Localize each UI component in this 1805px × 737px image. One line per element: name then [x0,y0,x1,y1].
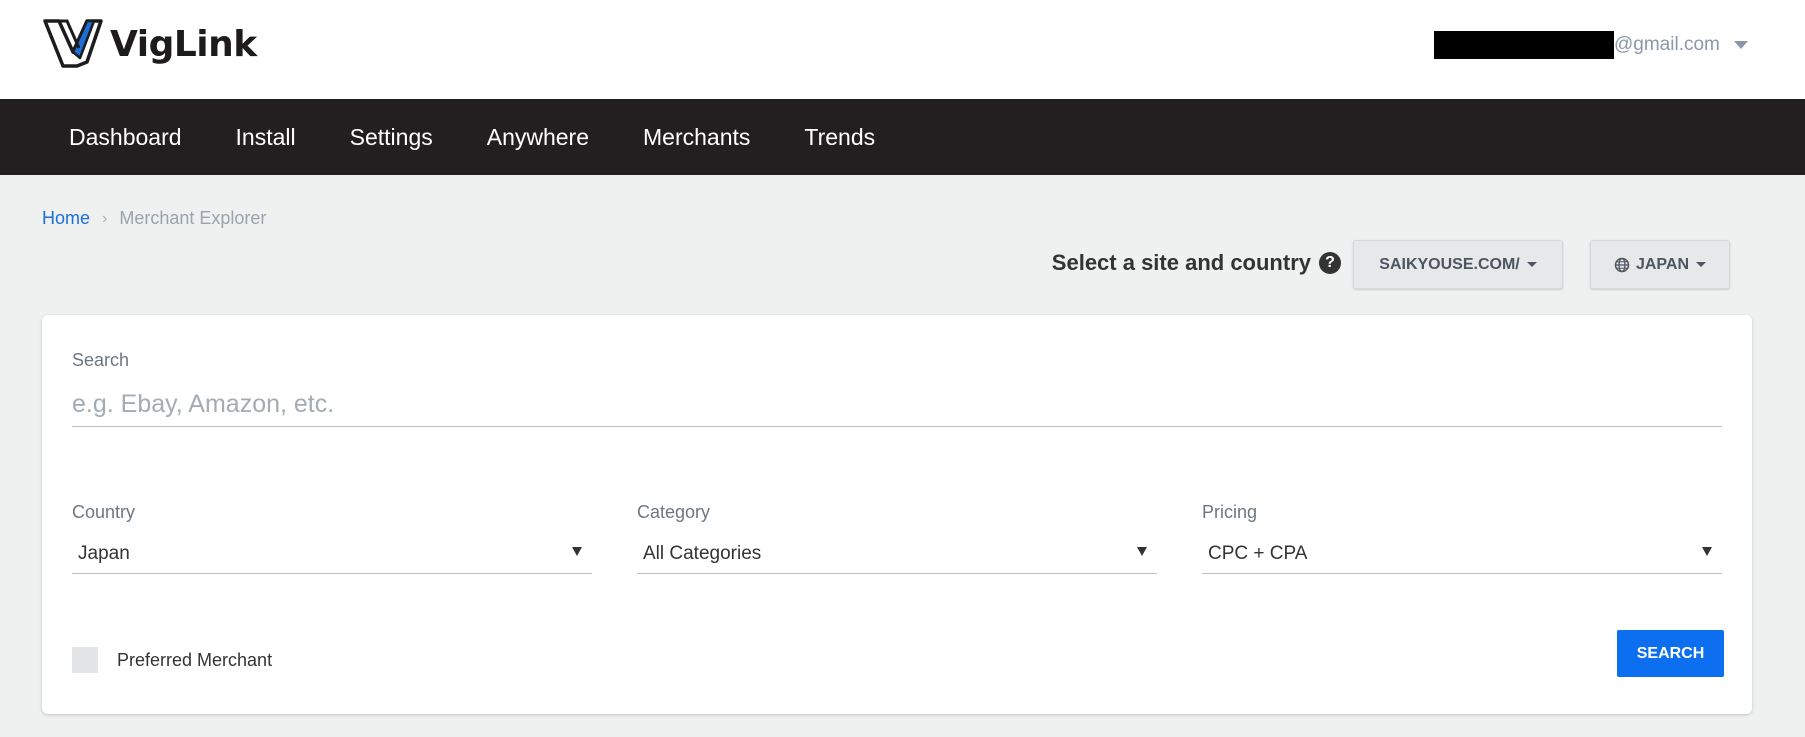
site-dropdown-value: SAIKYOUSE.COM/ [1379,255,1520,273]
globe-icon [1614,257,1630,272]
search-input[interactable] [72,383,1722,427]
site-selector-label: Select a site and country ? [1052,250,1341,276]
country-dropdown-value: JAPAN [1635,255,1690,273]
preferred-merchant-checkbox[interactable] [72,647,98,673]
nav-item-trends[interactable]: Trends [804,124,875,151]
category-filter-select[interactable]: All Categories [637,534,1157,574]
nav-item-install[interactable]: Install [236,124,296,151]
breadcrumb-separator: › [102,209,108,227]
search-label: Search [72,350,130,370]
viglink-logo[interactable]: VigLink [42,18,257,70]
caret-down-icon [1696,262,1707,267]
account-email: @gmail.com [1614,34,1720,55]
site-selector-label-text: Select a site and country [1051,250,1311,275]
nav-item-merchants[interactable]: Merchants [643,124,750,151]
top-header: VigLink @gmail.com [0,0,1805,99]
redacted-email-block [1434,31,1614,59]
caret-down-icon [1702,547,1712,556]
category-filter-label: Category [637,502,711,522]
site-country-selector: Select a site and country ? SAIKYOUSE.CO… [0,240,1805,290]
breadcrumb: Home › Merchant Explorer [42,208,266,229]
pricing-filter-label: Pricing [1202,502,1258,522]
country-filter-select[interactable]: Japan [72,534,592,574]
logo-text: VigLink [110,23,257,65]
viglink-logo-icon [43,19,103,68]
chevron-down-icon [1733,41,1748,49]
nav-item-dashboard[interactable]: Dashboard [69,124,182,151]
country-filter-value: Japan [78,542,130,564]
caret-down-icon [572,547,582,556]
preferred-merchant-label: Preferred Merchant [117,650,273,670]
pricing-filter-select[interactable]: CPC + CPA [1202,534,1722,574]
caret-down-icon [1526,262,1537,267]
account-menu[interactable]: @gmail.com [1434,31,1748,59]
pricing-filter-value: CPC + CPA [1208,542,1308,564]
country-dropdown-button[interactable]: JAPAN [1590,240,1730,289]
breadcrumb-home-link[interactable]: Home [42,208,90,229]
site-dropdown-button[interactable]: SAIKYOUSE.COM/ [1353,240,1563,289]
caret-down-icon [1137,547,1147,556]
nav-item-settings[interactable]: Settings [350,124,433,151]
merchant-search-card: Search Country Japan Category All Catego… [42,315,1752,714]
main-nav: Dashboard Install Settings Anywhere Merc… [0,99,1805,175]
help-icon[interactable]: ? [1319,252,1341,274]
nav-item-anywhere[interactable]: Anywhere [487,124,589,151]
country-filter-label: Country [72,502,136,522]
search-button[interactable]: SEARCH [1617,630,1724,677]
category-filter-value: All Categories [643,542,762,564]
breadcrumb-current: Merchant Explorer [119,208,267,228]
